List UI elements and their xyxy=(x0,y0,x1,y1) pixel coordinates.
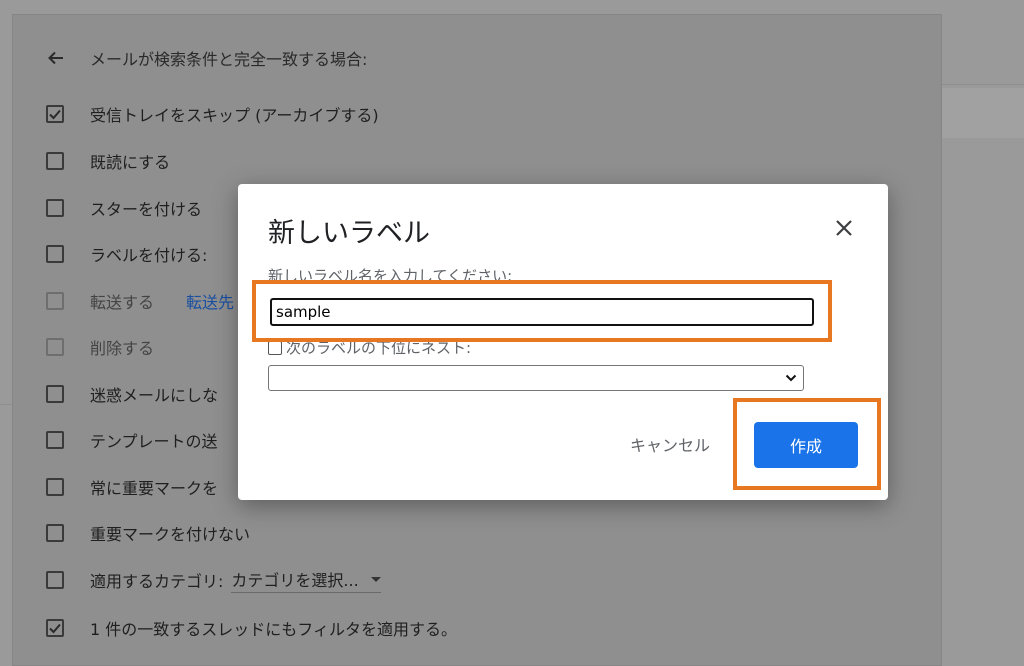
checkbox-send-template[interactable] xyxy=(46,431,64,449)
option-label: 1 件の一致するスレッドにもフィルタを適用する。 xyxy=(90,620,457,639)
close-icon[interactable] xyxy=(832,216,856,240)
caret-down-icon xyxy=(370,576,381,582)
option-label: 削除する xyxy=(90,339,155,358)
category-select[interactable]: カテゴリを選択... xyxy=(231,567,381,593)
highlight-create-button xyxy=(733,398,881,490)
option-never-important[interactable]: 重要マークを付けない xyxy=(46,520,250,546)
checkbox-apply-existing[interactable] xyxy=(46,619,64,637)
option-label: 迷惑メールにしな xyxy=(90,386,219,405)
option-apply-existing[interactable]: 1 件の一致するスレッドにもフィルタを適用する。 xyxy=(46,615,457,641)
nest-checkbox[interactable] xyxy=(268,340,282,355)
checkbox-forward xyxy=(46,292,64,310)
option-label: 重要マークを付けない xyxy=(90,525,251,544)
background-divider xyxy=(0,404,12,405)
option-label: テンプレートの送 xyxy=(90,432,218,451)
checkbox-star[interactable] xyxy=(46,199,64,217)
forward-address-link[interactable]: 転送先 xyxy=(186,289,234,313)
checkbox-mark-read[interactable] xyxy=(46,152,64,170)
checkbox-always-important[interactable] xyxy=(46,478,64,496)
option-category[interactable]: 適用するカテゴリ: カテゴリを選択... xyxy=(46,567,381,593)
checkbox-apply-label[interactable] xyxy=(46,245,64,263)
checkbox-never-spam[interactable] xyxy=(46,385,64,403)
check-icon xyxy=(49,109,61,120)
option-mark-read[interactable]: 既読にする xyxy=(46,148,170,174)
highlight-label-input xyxy=(252,280,832,342)
arrow-left-icon[interactable] xyxy=(46,48,66,68)
option-skip-inbox[interactable]: 受信トレイをスキップ (アーカイブする) xyxy=(46,101,379,127)
option-label: 常に重要マークを xyxy=(90,479,219,498)
category-select-value: カテゴリを選択... xyxy=(231,571,359,590)
background-toolbar xyxy=(942,88,1024,138)
option-forward: 転送する 転送先 xyxy=(46,288,234,314)
filter-panel-header: メールが検索条件と完全一致する場合: xyxy=(46,46,367,70)
filter-header-text: メールが検索条件と完全一致する場合: xyxy=(90,50,368,69)
dialog-title: 新しいラベル xyxy=(268,218,430,249)
parent-label-select[interactable] xyxy=(268,365,804,391)
option-apply-label[interactable]: ラベルを付ける: xyxy=(46,241,207,267)
option-label: 既読にする xyxy=(90,153,171,172)
option-never-spam[interactable]: 迷惑メールにしな xyxy=(46,381,218,407)
chevron-down-icon xyxy=(785,374,797,382)
option-label: スターを付ける xyxy=(90,200,203,219)
option-label: ラベルを付ける: xyxy=(90,246,208,265)
checkbox-category[interactable] xyxy=(46,571,64,589)
check-icon xyxy=(49,623,61,634)
option-label: 受信トレイをスキップ (アーカイブする) xyxy=(90,106,379,125)
checkbox-skip-inbox[interactable] xyxy=(46,105,64,123)
option-star[interactable]: スターを付ける xyxy=(46,195,202,221)
cancel-button[interactable]: キャンセル xyxy=(620,424,720,464)
checkbox-never-important[interactable] xyxy=(46,524,64,542)
option-delete: 削除する xyxy=(46,334,154,360)
checkbox-delete xyxy=(46,338,64,356)
background-divider xyxy=(942,84,1024,85)
option-label: 転送する xyxy=(90,293,155,312)
option-label: 適用するカテゴリ: xyxy=(90,572,224,591)
option-send-template[interactable]: テンプレートの送 xyxy=(46,427,218,453)
option-always-important[interactable]: 常に重要マークを xyxy=(46,474,218,500)
